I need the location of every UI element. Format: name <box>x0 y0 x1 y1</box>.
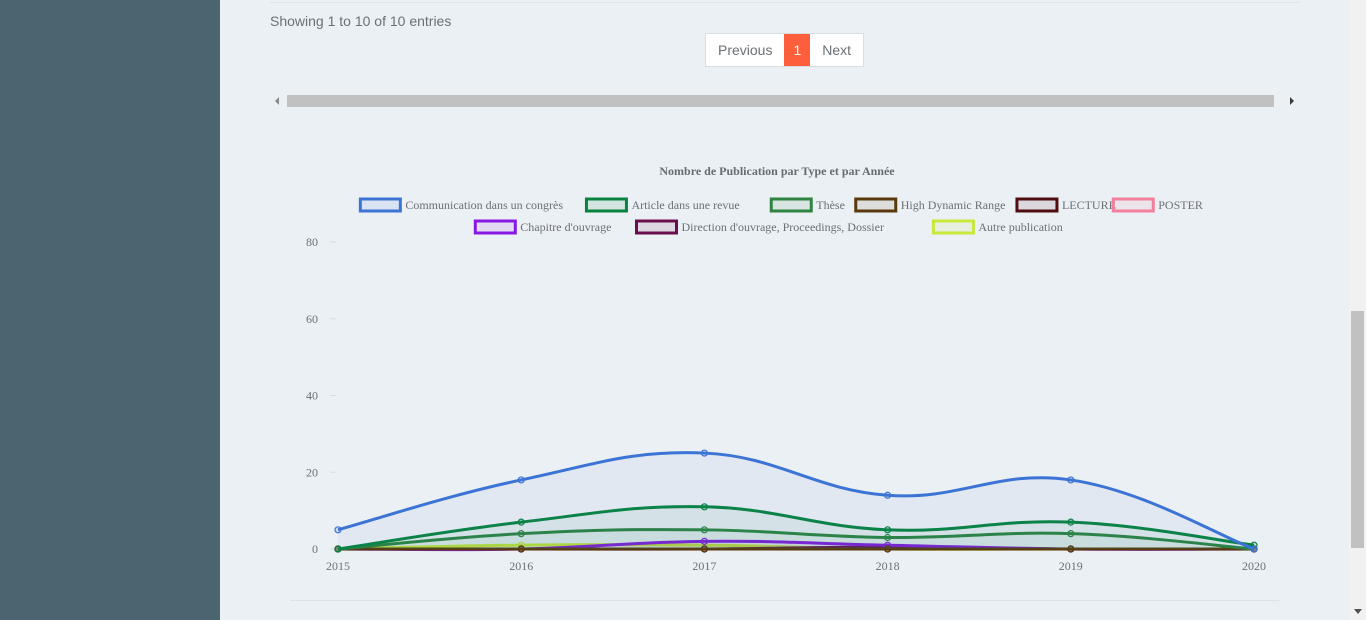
next-button[interactable]: Next <box>810 34 863 66</box>
table-info: Showing 1 to 10 of 10 entries <box>270 13 452 29</box>
legend-swatch <box>358 197 402 213</box>
data-point <box>517 476 525 484</box>
y-tick-label: 20 <box>306 465 318 479</box>
publication-chart: Nombre de Publication par Type et par An… <box>220 150 1349 620</box>
data-point <box>1250 545 1258 553</box>
legend-label: LECTURE <box>1062 198 1116 212</box>
legend-swatch <box>584 197 628 213</box>
legend-label: POSTER <box>1158 198 1203 212</box>
legend-swatch <box>1015 197 1059 213</box>
horizontal-scroll-thumb[interactable] <box>287 95 1274 107</box>
x-tick-label: 2016 <box>509 559 533 573</box>
table-bottom-border <box>270 0 1299 3</box>
legend-swatch <box>635 219 678 235</box>
legend-label: Direction d'ouvrage, Proceedings, Dossie… <box>682 220 884 234</box>
x-tick-label: 2015 <box>326 559 350 573</box>
data-point <box>1067 476 1075 484</box>
x-tick-label: 2017 <box>692 559 716 573</box>
legend-label: High Dynamic Range <box>901 198 1006 212</box>
chart-svg: Nombre de Publication par Type et par An… <box>306 164 1266 573</box>
data-point <box>334 526 342 534</box>
legend-label: Chapitre d'ouvrage <box>520 220 611 234</box>
scroll-right-icon[interactable] <box>1290 97 1294 105</box>
y-tick-label: 0 <box>312 542 318 556</box>
previous-button[interactable]: Previous <box>706 34 784 66</box>
horizontal-scrollbar[interactable] <box>270 92 1299 110</box>
chart-title: Nombre de Publication par Type et par An… <box>659 164 895 178</box>
x-tick-label: 2020 <box>1242 559 1266 573</box>
data-point <box>700 449 708 457</box>
x-tick-label: 2019 <box>1059 559 1083 573</box>
section-divider <box>290 600 1279 601</box>
legend-swatch <box>473 219 517 235</box>
legend-swatch <box>931 219 975 235</box>
legend-label: Thèse <box>816 198 845 212</box>
pagination: Previous 1 Next <box>705 33 865 67</box>
legend-label: Communication dans un congrès <box>405 198 563 212</box>
page-1-button[interactable]: 1 <box>784 34 811 66</box>
data-point <box>883 491 892 499</box>
y-tick-label: 80 <box>306 235 318 249</box>
scroll-left-icon[interactable] <box>275 97 279 105</box>
y-tick-label: 60 <box>306 312 318 326</box>
legend-swatch <box>769 197 813 213</box>
series-area <box>338 452 1254 549</box>
y-tick-label: 40 <box>306 389 318 403</box>
legend-swatch <box>854 197 898 213</box>
legend-label: Article dans une revue <box>631 198 739 212</box>
x-tick-label: 2018 <box>876 559 900 573</box>
sidebar <box>0 0 220 620</box>
vertical-scrollbar[interactable] <box>1349 0 1366 620</box>
legend-swatch <box>1111 197 1155 213</box>
legend-label: Autre publication <box>978 220 1062 234</box>
vertical-scroll-thumb[interactable] <box>1351 311 1364 548</box>
scroll-down-icon[interactable] <box>1354 609 1362 614</box>
main-content: Showing 1 to 10 of 10 entries Previous 1… <box>220 0 1349 620</box>
